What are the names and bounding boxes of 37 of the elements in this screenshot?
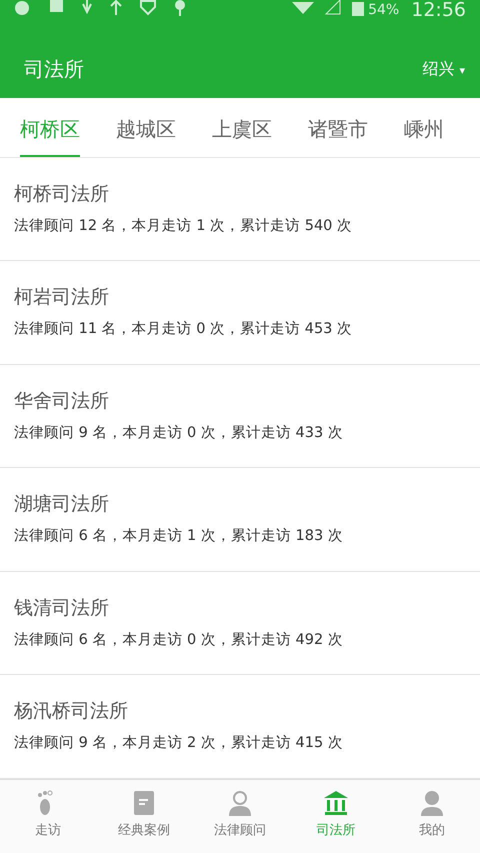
office-stats: 法律顾问 12 名，本月走访 1 次，累计走访 540 次 [14, 216, 354, 236]
clock: 12:56 [411, 0, 466, 20]
user-icon [418, 790, 446, 818]
district-tab[interactable]: 诸暨市 [308, 98, 368, 157]
office-stats: 法律顾问 9 名，本月走访 0 次，累计走访 433 次 [14, 424, 344, 443]
office-list-item[interactable]: 钱清司法所 法律顾问 6 名，本月走访 0 次，累计走访 492 次 [0, 572, 480, 676]
city-selector[interactable]: 绍兴 ▾ [421, 56, 466, 82]
nav-tab[interactable]: 法律顾问 [192, 780, 288, 853]
office-list-item[interactable]: 湖塘司法所 法律顾问 6 名，本月走访 1 次，累计走访 183 次 [0, 468, 480, 572]
office-name: 柯岩司法所 [14, 285, 110, 310]
office-name: 杨汛桥司法所 [14, 699, 129, 724]
office-stats: 法律顾问 6 名，本月走访 0 次，累计走访 492 次 [14, 630, 344, 650]
nav-tab[interactable]: 走访 [0, 780, 96, 853]
office-stats: 法律顾问 6 名，本月走访 1 次，累计走访 183 次 [14, 526, 344, 546]
office-list-item[interactable]: 华舍司法所 法律顾问 9 名，本月走访 0 次，累计走访 433 次 [0, 364, 480, 468]
district-tab[interactable]: 越城区 [116, 98, 176, 157]
upload-arrow-icon [110, 0, 122, 15]
office-name: 钱清司法所 [14, 596, 110, 620]
office-list-item[interactable]: 柯岩司法所 法律顾问 11 名，本月走访 0 次，累计走访 453 次 [0, 261, 480, 365]
district-tab[interactable]: 上虞区 [212, 98, 272, 157]
office-name: 柯桥司法所 [14, 182, 110, 206]
office-stats: 法律顾问 11 名，本月走访 0 次，累计走访 453 次 [14, 320, 354, 340]
pin-icon [174, 0, 186, 16]
bank-icon [322, 790, 350, 818]
battery-level: 54% [368, 1, 400, 20]
person-icon [226, 790, 254, 818]
nav-tab[interactable]: 经典案例 [96, 780, 192, 853]
page-title: 司法所 [24, 56, 84, 83]
office-name: 华舍司法所 [14, 388, 110, 413]
district-tab[interactable]: 柯桥区 [20, 98, 80, 157]
shield-icon [140, 0, 156, 16]
office-stats: 法律顾问 9 名，本月走访 2 次，累计走访 415 次 [14, 734, 344, 754]
district-tab[interactable]: 嵊州 [404, 98, 444, 157]
caret-icon: ▾ [459, 64, 465, 77]
office-list-item[interactable]: 柯桥司法所 法律顾问 12 名，本月走访 1 次，累计走访 540 次 [0, 158, 480, 262]
office-name: 湖塘司法所 [14, 492, 110, 516]
nav-tab[interactable]: 我的 [384, 780, 480, 853]
